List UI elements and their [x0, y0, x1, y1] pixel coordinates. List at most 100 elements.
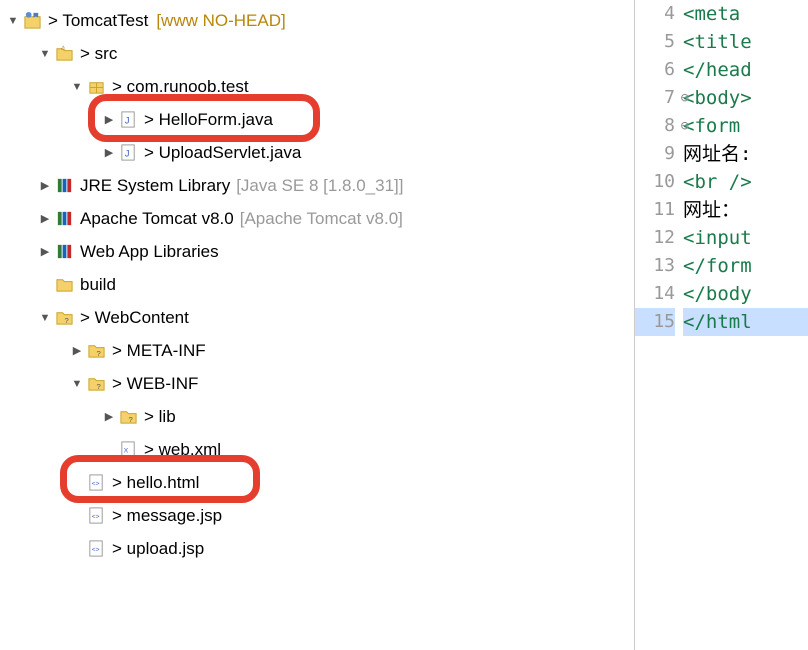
code-line[interactable]: </html	[683, 308, 808, 336]
code-line[interactable]: <br />	[683, 168, 808, 196]
folder-icon: ?	[86, 374, 106, 394]
code-line[interactable]: <body>	[683, 84, 808, 112]
line-number: 9	[635, 140, 675, 168]
tomcat-library-node[interactable]: Apache Tomcat v8.0 [Apache Tomcat v8.0]	[4, 202, 634, 235]
expand-arrow-icon[interactable]	[38, 312, 52, 324]
package-node[interactable]: > com.runoob.test	[4, 70, 634, 103]
folder-icon: ?	[54, 308, 74, 328]
code-line[interactable]: <input	[683, 224, 808, 252]
project-explorer: > TomcatTest [www NO-HEAD] ⚠ > src > com…	[0, 0, 635, 650]
folder-icon: ?	[86, 341, 106, 361]
code-line[interactable]: <form	[683, 112, 808, 140]
svg-text:J: J	[124, 115, 129, 126]
code-line[interactable]: <meta	[683, 0, 808, 28]
package-icon	[86, 77, 106, 97]
html-file-icon: <>	[86, 473, 106, 493]
svg-text:<>: <>	[91, 480, 99, 487]
uploadservlet-java-node[interactable]: J > UploadServlet.java	[4, 136, 634, 169]
lib-folder-node[interactable]: ? > lib	[4, 400, 634, 433]
expand-arrow-icon[interactable]	[70, 378, 84, 390]
expand-arrow-icon[interactable]	[70, 344, 84, 357]
hellohtml-file-node[interactable]: <> > hello.html	[4, 466, 634, 499]
webapplibs-node[interactable]: Web App Libraries	[4, 235, 634, 268]
expand-arrow-icon[interactable]	[38, 48, 52, 60]
folder-icon	[54, 275, 74, 295]
svg-text:J: J	[124, 148, 129, 159]
code-line[interactable]: <title	[683, 28, 808, 56]
line-number: 4	[635, 0, 675, 28]
hellohtml-label: > hello.html	[112, 473, 199, 493]
code-line[interactable]: </form	[683, 252, 808, 280]
build-folder-node[interactable]: build	[4, 268, 634, 301]
helloform-label: > HelloForm.java	[144, 110, 273, 130]
expand-arrow-icon[interactable]	[102, 410, 116, 423]
src-folder-node[interactable]: ⚠ > src	[4, 37, 634, 70]
svg-text:⚠: ⚠	[60, 45, 66, 52]
svg-text:X: X	[123, 447, 128, 454]
build-label: build	[80, 275, 116, 295]
line-number: 7	[635, 84, 675, 112]
webinf-label: > WEB-INF	[112, 374, 198, 394]
library-icon	[54, 242, 74, 262]
jre-library-node[interactable]: JRE System Library [Java SE 8 [1.8.0_31]…	[4, 169, 634, 202]
metainf-folder-node[interactable]: ? > META-INF	[4, 334, 634, 367]
code-line[interactable]: </body	[683, 280, 808, 308]
library-icon	[54, 209, 74, 229]
code-line[interactable]: </head	[683, 56, 808, 84]
expand-arrow-icon[interactable]	[102, 113, 116, 126]
xml-file-icon: X	[118, 440, 138, 460]
library-icon	[54, 176, 74, 196]
tomcat-decorator: [Apache Tomcat v8.0]	[240, 209, 403, 229]
jsp-file-icon: <>	[86, 539, 106, 559]
jre-decorator: [Java SE 8 [1.8.0_31]]	[236, 176, 403, 196]
jsp-file-icon: <>	[86, 506, 106, 526]
webinf-folder-node[interactable]: ? > WEB-INF	[4, 367, 634, 400]
lib-label: > lib	[144, 407, 176, 427]
code-line[interactable]: 网址名:	[683, 140, 808, 168]
webcontent-folder-node[interactable]: ? > WebContent	[4, 301, 634, 334]
uploadservlet-label: > UploadServlet.java	[144, 143, 301, 163]
svg-text:?: ?	[96, 382, 100, 391]
webxml-label: > web.xml	[144, 440, 221, 460]
line-number: 13	[635, 252, 675, 280]
editor-code-area[interactable]: <meta<title</head<body><form网址名:<br />网址…	[683, 0, 808, 650]
line-number: 10	[635, 168, 675, 196]
project-icon	[22, 11, 42, 31]
helloform-java-node[interactable]: J > HelloForm.java	[4, 103, 634, 136]
svg-text:?: ?	[128, 415, 132, 424]
folder-icon: ?	[118, 407, 138, 427]
svg-text:<>: <>	[91, 546, 99, 553]
code-editor[interactable]: 456789101112131415 <meta<title</head<bod…	[635, 0, 808, 650]
metainf-label: > META-INF	[112, 341, 206, 361]
line-number: 14	[635, 280, 675, 308]
svg-text:<>: <>	[91, 513, 99, 520]
expand-arrow-icon[interactable]	[38, 179, 52, 192]
tomcat-label: Apache Tomcat v8.0	[80, 209, 234, 229]
expand-arrow-icon[interactable]	[38, 245, 52, 258]
svg-text:?: ?	[64, 316, 68, 325]
line-number: 6	[635, 56, 675, 84]
expand-arrow-icon[interactable]	[38, 212, 52, 225]
webxml-file-node[interactable]: X > web.xml	[4, 433, 634, 466]
package-label: > com.runoob.test	[112, 77, 249, 97]
messagejsp-file-node[interactable]: <> > message.jsp	[4, 499, 634, 532]
code-line[interactable]: 网址：	[683, 196, 808, 224]
uploadjsp-file-node[interactable]: <> > upload.jsp	[4, 532, 634, 565]
uploadjsp-label: > upload.jsp	[112, 539, 204, 559]
line-number: 11	[635, 196, 675, 224]
project-root-node[interactable]: > TomcatTest [www NO-HEAD]	[4, 4, 634, 37]
expand-arrow-icon[interactable]	[70, 81, 84, 93]
line-number: 8	[635, 112, 675, 140]
svg-text:?: ?	[96, 349, 100, 358]
line-number: 15	[635, 308, 675, 336]
expand-arrow-icon[interactable]	[102, 146, 116, 159]
webcontent-label: > WebContent	[80, 308, 189, 328]
jre-label: JRE System Library	[80, 176, 230, 196]
project-decorator-label: [www NO-HEAD]	[156, 11, 285, 31]
java-file-icon: J	[118, 143, 138, 163]
line-number: 5	[635, 28, 675, 56]
expand-arrow-icon[interactable]	[6, 15, 20, 27]
project-name-label: > TomcatTest	[48, 11, 148, 31]
webapplibs-label: Web App Libraries	[80, 242, 219, 262]
messagejsp-label: > message.jsp	[112, 506, 222, 526]
